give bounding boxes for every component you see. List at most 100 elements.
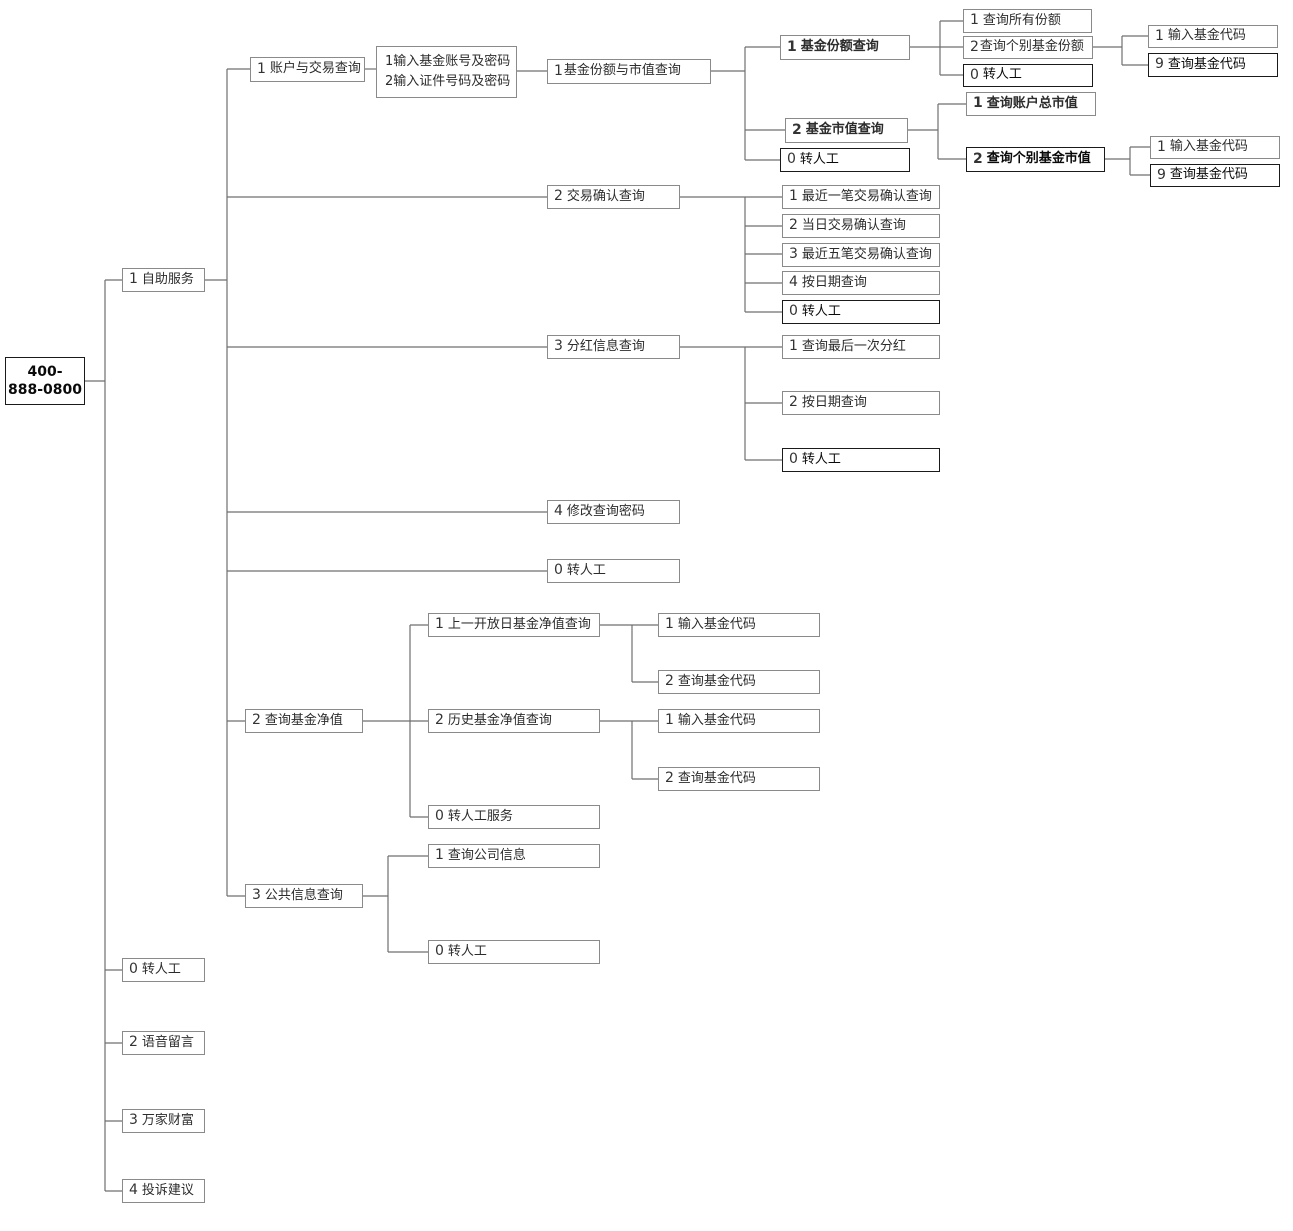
menu-label: 公共信息查询 <box>264 887 343 903</box>
menu-node-complaint-suggestion[interactable]: 4 投诉建议 <box>122 1179 205 1203</box>
menu-label: 万家财富 <box>141 1112 194 1128</box>
menu-node-trade-confirm-query[interactable]: 2 交易确认查询 <box>547 185 680 209</box>
menu-key: 1 <box>789 338 798 355</box>
menu-key: 0 <box>970 66 979 83</box>
menu-node-public-info-query[interactable]: 3 公共信息查询 <box>245 884 363 908</box>
menu-node-voice-message[interactable]: 2 语音留言 <box>122 1031 205 1055</box>
menu-label: 语音留言 <box>141 1034 194 1050</box>
menu-node-today-trade[interactable]: 2 当日交易确认查询 <box>782 214 940 238</box>
menu-label: 转人工 <box>566 562 606 578</box>
menu-label: 基金份额与市值查询 <box>563 63 681 79</box>
menu-key: 0 <box>554 562 563 579</box>
menu-node-query-individual-share[interactable]: 2 查询个别基金份额 <box>963 36 1093 59</box>
menu-node-history-nav[interactable]: 2 历史基金净值查询 <box>428 709 600 733</box>
menu-label: 转人工 <box>141 961 181 977</box>
menu-label: 查询公司信息 <box>447 847 526 863</box>
menu-node-dividend-query[interactable]: 3 分红信息查询 <box>547 335 680 359</box>
menu-key: 3 <box>789 246 798 263</box>
menu-label: 按日期查询 <box>801 394 867 410</box>
menu-node-value-query-fund-code[interactable]: 9 查询基金代码 <box>1150 164 1280 187</box>
menu-node-history-input-fund-code[interactable]: 1 输入基金代码 <box>658 709 820 733</box>
menu-node-login-methods[interactable]: 1输入基金账号及密码 2输入证件号码及密码 <box>376 46 517 98</box>
menu-key: 1 <box>435 616 444 633</box>
menu-label: 转人工 <box>447 943 487 959</box>
menu-node-wanjia-wealth[interactable]: 3 万家财富 <box>122 1109 205 1133</box>
menu-label: 查询个别基金份额 <box>979 39 1084 55</box>
menu-key: 4 <box>789 274 798 291</box>
menu-label: 交易确认查询 <box>566 188 645 204</box>
menu-node-nav-to-agent[interactable]: 0 转人工服务 <box>428 805 600 829</box>
menu-node-share-query-fund-code[interactable]: 9 查询基金代码 <box>1148 53 1278 77</box>
menu-node-trade-by-date[interactable]: 4 按日期查询 <box>782 271 940 295</box>
menu-label: 当日交易确认查询 <box>801 217 906 233</box>
menu-node-change-password[interactable]: 4 修改查询密码 <box>547 500 680 524</box>
menu-label: 转人工 <box>982 67 1022 83</box>
menu-key: 0 <box>435 808 444 825</box>
menu-label: 自助服务 <box>141 271 194 287</box>
menu-node-account-trade-to-agent[interactable]: 0 转人工 <box>547 559 680 583</box>
menu-key: 2 <box>789 394 798 411</box>
menu-node-nav-query[interactable]: 2 查询基金净值 <box>245 709 363 733</box>
menu-node-latest-one-trade[interactable]: 1 最近一笔交易确认查询 <box>782 185 940 209</box>
menu-key: 1 <box>787 38 797 55</box>
menu-key: 1 <box>129 271 138 288</box>
menu-key: 0 <box>787 151 796 168</box>
menu-key: 1 <box>665 616 674 633</box>
menu-node-main-to-agent[interactable]: 0 转人工 <box>122 958 205 982</box>
menu-key: 1 <box>1157 138 1166 155</box>
menu-node-account-trade-query[interactable]: 1 账户与交易查询 <box>250 57 365 82</box>
menu-node-public-info-to-agent[interactable]: 0 转人工 <box>428 940 600 964</box>
menu-label: 转人工 <box>801 451 841 467</box>
menu-key: 1 <box>970 12 979 29</box>
menu-key: 1 <box>435 847 444 864</box>
root-node-phone-number[interactable]: 400- 888-0800 <box>5 357 85 405</box>
menu-label: 基金市值查询 <box>805 122 884 138</box>
menu-node-fund-value-query[interactable]: 2 基金市值查询 <box>785 118 908 143</box>
menu-node-lod-input-fund-code[interactable]: 1 输入基金代码 <box>658 613 820 637</box>
menu-node-dividend-by-date[interactable]: 2 按日期查询 <box>782 391 940 415</box>
menu-node-history-query-fund-code[interactable]: 2 查询基金代码 <box>658 767 820 791</box>
menu-label: 查询基金代码 <box>1167 56 1246 72</box>
menu-node-query-individual-fund-value[interactable]: 2 查询个别基金市值 <box>966 147 1105 172</box>
menu-key: 0 <box>789 303 798 320</box>
menu-label: 转人工 <box>801 303 841 319</box>
menu-label: 查询基金净值 <box>264 712 343 728</box>
menu-label: 按日期查询 <box>801 274 867 290</box>
menu-node-latest-five-trades[interactable]: 3 最近五笔交易确认查询 <box>782 243 940 267</box>
menu-node-value-input-fund-code[interactable]: 1 输入基金代码 <box>1150 136 1280 159</box>
menu-label: 投诉建议 <box>141 1182 194 1198</box>
menu-key: 2 <box>973 150 983 167</box>
menu-label: 查询所有份额 <box>982 12 1061 28</box>
login-method-line-1: 1输入基金账号及密码 <box>385 54 511 69</box>
menu-key: 2 <box>252 712 261 729</box>
menu-node-dividend-to-agent[interactable]: 0 转人工 <box>782 448 940 472</box>
menu-node-share-and-value-query[interactable]: 1 基金份额与市值查询 <box>547 59 711 84</box>
menu-key: 2 <box>435 712 444 729</box>
menu-label: 输入基金代码 <box>677 616 756 632</box>
menu-key: 2 <box>792 121 802 138</box>
menu-node-last-open-day-nav[interactable]: 1 上一开放日基金净值查询 <box>428 613 600 637</box>
menu-label: 基金份额查询 <box>800 39 879 55</box>
menu-node-lod-query-fund-code[interactable]: 2 查询基金代码 <box>658 670 820 694</box>
menu-key: 9 <box>1155 56 1164 73</box>
menu-node-share-value-to-agent[interactable]: 0 转人工 <box>780 148 910 172</box>
menu-label: 查询基金代码 <box>677 673 756 689</box>
menu-label: 查询基金代码 <box>677 770 756 786</box>
menu-label: 上一开放日基金净值查询 <box>447 616 591 632</box>
menu-node-share-to-agent[interactable]: 0 转人工 <box>963 64 1093 87</box>
menu-label: 最近五笔交易确认查询 <box>801 246 932 262</box>
menu-key: 2 <box>665 770 674 787</box>
menu-node-query-total-account-value[interactable]: 1 查询账户总市值 <box>966 92 1096 116</box>
menu-label: 输入基金代码 <box>677 712 756 728</box>
menu-label: 查询最后一次分红 <box>801 338 906 354</box>
menu-key: 0 <box>129 961 138 978</box>
menu-node-company-info[interactable]: 1 查询公司信息 <box>428 844 600 868</box>
menu-node-query-all-shares[interactable]: 1 查询所有份额 <box>963 9 1092 33</box>
menu-node-share-input-fund-code[interactable]: 1 输入基金代码 <box>1148 25 1278 48</box>
root-line-1: 400- <box>27 363 63 380</box>
menu-node-last-dividend[interactable]: 1 查询最后一次分红 <box>782 335 940 359</box>
menu-node-fund-share-query[interactable]: 1 基金份额查询 <box>780 35 910 60</box>
menu-label: 输入基金代码 <box>1167 28 1246 44</box>
menu-node-self-service[interactable]: 1 自助服务 <box>122 268 205 292</box>
menu-node-trade-confirm-to-agent[interactable]: 0 转人工 <box>782 300 940 324</box>
